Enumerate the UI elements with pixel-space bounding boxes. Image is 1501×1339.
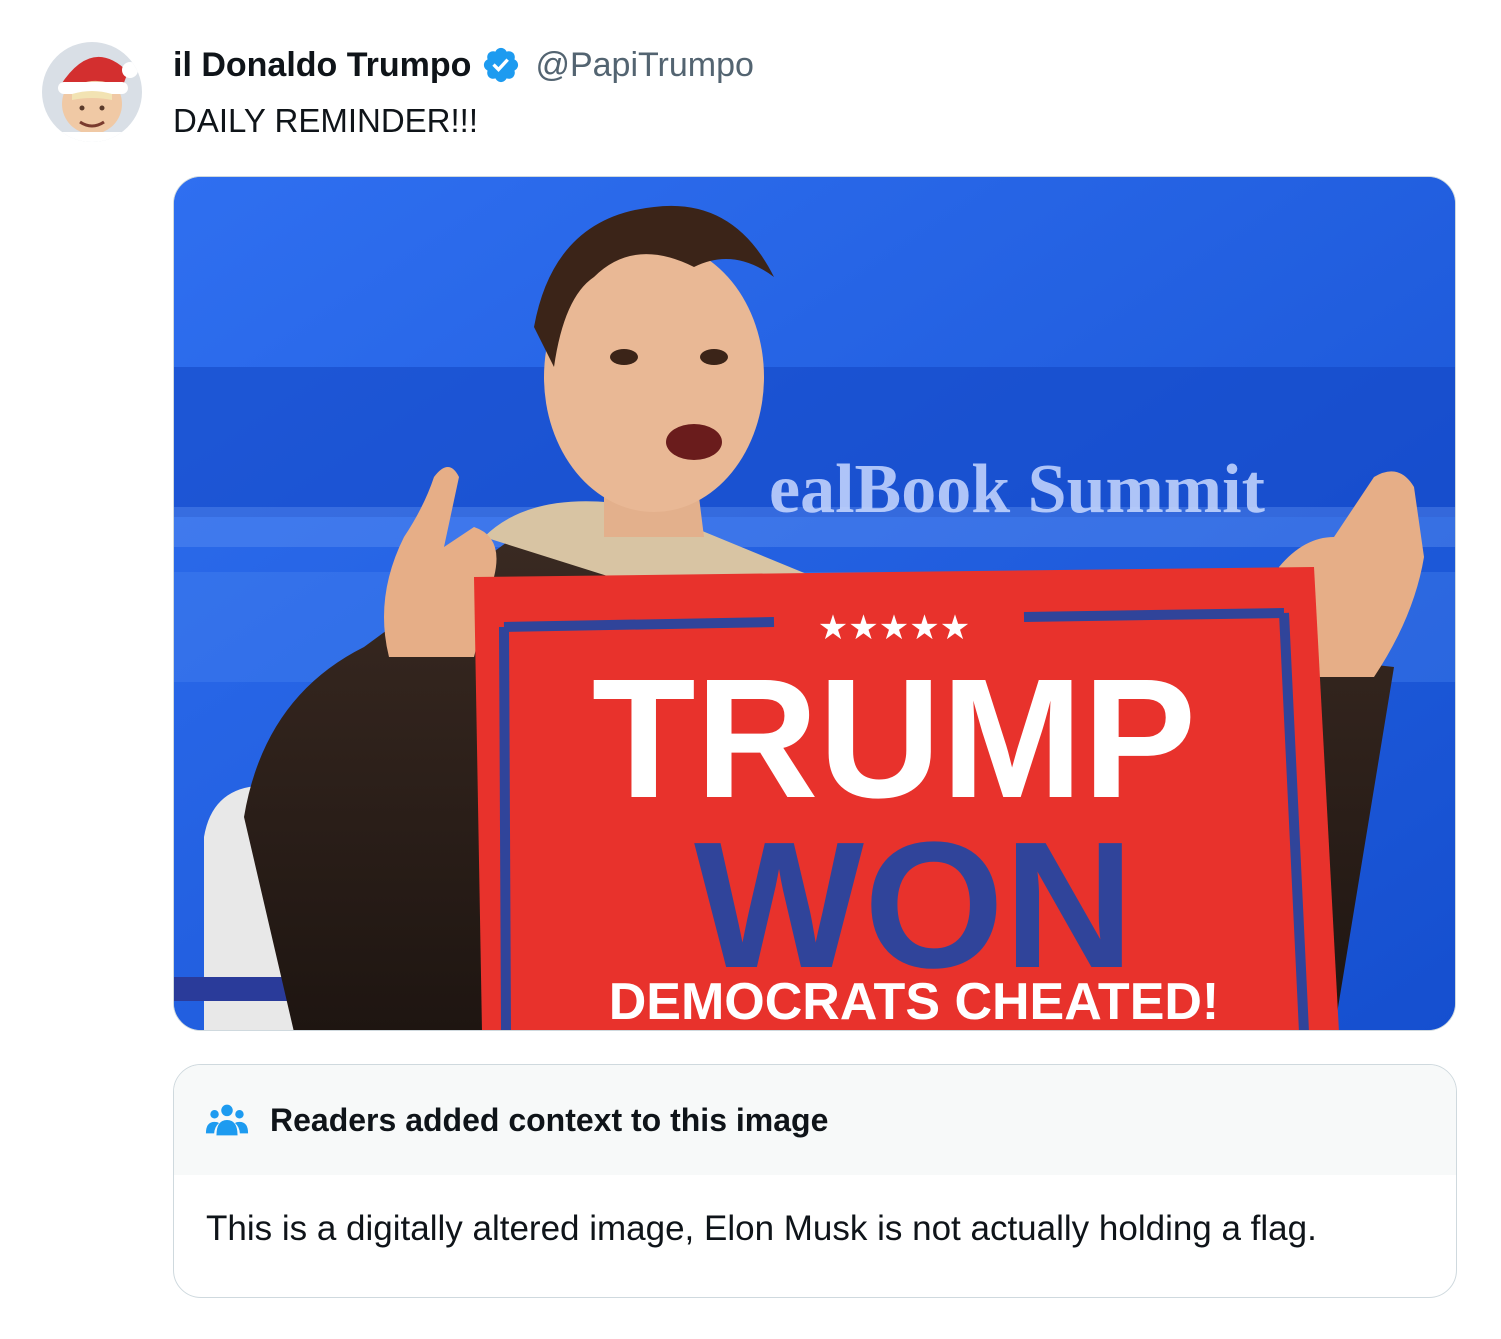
author-name[interactable]: il Donaldo Trumpo xyxy=(173,46,471,85)
verified-badge-icon xyxy=(481,45,521,85)
post-image[interactable]: ealBook Summit ★★★★★ TRUMP WON DEMOCRATS… xyxy=(173,176,1456,1031)
community-note[interactable]: Readers added context to this image This… xyxy=(173,1064,1457,1298)
community-note-title: Readers added context to this image xyxy=(270,1101,829,1138)
post-header: il Donaldo Trumpo @PapiTrumpo xyxy=(173,40,754,90)
backdrop-text: ealBook Summit xyxy=(769,451,1265,528)
community-note-body: This is a digitally altered image, Elon … xyxy=(206,1209,1317,1248)
avatar[interactable] xyxy=(42,42,142,142)
people-group-icon xyxy=(204,1097,250,1143)
avatar-image xyxy=(42,42,142,142)
post-text: DAILY REMINDER!!! xyxy=(173,102,479,139)
flag-stars: ★★★★★ xyxy=(818,608,970,648)
photo-illustration: ealBook Summit ★★★★★ TRUMP WON DEMOCRATS… xyxy=(174,177,1455,1031)
author-handle[interactable]: @PapiTrumpo xyxy=(535,46,753,85)
flag-line-3: DEMOCRATS CHEATED! xyxy=(609,973,1220,1031)
flag: ★★★★★ TRUMP WON DEMOCRATS CHEATED! xyxy=(474,567,1339,1031)
community-note-header: Readers added context to this image xyxy=(174,1065,1456,1175)
